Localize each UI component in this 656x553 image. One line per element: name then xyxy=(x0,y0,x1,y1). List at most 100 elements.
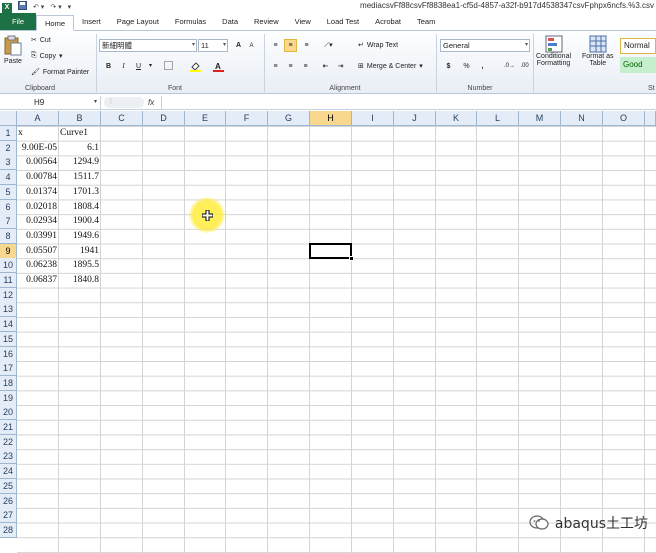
increase-decimal-icon[interactable]: .0→ xyxy=(504,61,515,72)
active-cell-selection[interactable] xyxy=(309,242,352,260)
tab-load-test[interactable]: Load Test xyxy=(319,14,367,30)
align-middle-icon[interactable]: ≡ xyxy=(284,39,297,52)
row-header-27[interactable]: 27 xyxy=(0,508,17,524)
cell-b1[interactable]: Curve1 xyxy=(59,126,101,141)
column-header-f[interactable]: F xyxy=(226,111,268,126)
percent-button[interactable]: % xyxy=(461,61,472,72)
column-header-m[interactable]: M xyxy=(519,111,561,126)
chevron-down-icon[interactable]: ▾ xyxy=(145,61,156,72)
column-header-g[interactable]: G xyxy=(268,111,310,126)
row-header-18[interactable]: 18 xyxy=(0,375,17,391)
column-header-j[interactable]: J xyxy=(394,111,436,126)
number-format-select[interactable]: General ▾ xyxy=(440,39,530,52)
align-right-icon[interactable]: ≡ xyxy=(300,61,311,72)
row-header-26[interactable]: 26 xyxy=(0,493,17,509)
row-header-21[interactable]: 21 xyxy=(0,420,17,435)
tab-insert[interactable]: Insert xyxy=(74,14,109,30)
align-bottom-icon[interactable]: ≡ xyxy=(301,40,312,51)
row-header-10[interactable]: 10 xyxy=(0,258,17,274)
column-header-partial[interactable] xyxy=(645,111,656,126)
formula-input[interactable] xyxy=(161,96,656,109)
column-header-a[interactable]: A xyxy=(17,111,59,126)
column-header-c[interactable]: C xyxy=(101,111,143,126)
row-header-28[interactable]: 28 xyxy=(0,522,17,538)
row-header-23[interactable]: 23 xyxy=(0,449,17,465)
merge-center-button[interactable]: ⊞ Merge & Center ▾ xyxy=(358,62,423,71)
italic-button[interactable]: I xyxy=(118,61,129,72)
cell-a7[interactable]: 0.02934 xyxy=(17,214,59,229)
tab-data[interactable]: Data xyxy=(214,14,246,30)
undo-icon[interactable]: ↶ ▾ xyxy=(33,3,44,13)
column-header-d[interactable]: D xyxy=(143,111,185,126)
cell-b3[interactable]: 1294.9 xyxy=(59,155,101,170)
row-header-19[interactable]: 19 xyxy=(0,390,17,406)
cell-a6[interactable]: 0.02018 xyxy=(17,200,59,215)
cell-b7[interactable]: 1900.4 xyxy=(59,214,101,229)
row-header-4[interactable]: 4 xyxy=(0,170,17,186)
tab-team[interactable]: Team xyxy=(409,14,443,30)
tab-formulas[interactable]: Formulas xyxy=(167,14,214,30)
format-painter-button[interactable]: 🖌 Format Painter xyxy=(31,68,89,77)
conditional-formatting-button[interactable]: Conditional Formatting xyxy=(536,35,571,67)
tab-home[interactable]: Home xyxy=(36,15,75,31)
row-header-17[interactable]: 17 xyxy=(0,361,17,377)
cell-b9[interactable]: 1941 xyxy=(59,244,101,259)
row-header-13[interactable]: 13 xyxy=(0,302,17,318)
comma-button[interactable]: , xyxy=(477,61,488,72)
tab-review[interactable]: Review xyxy=(246,14,287,30)
cell-a11[interactable]: 0.06837 xyxy=(17,273,59,288)
name-box[interactable]: H9 ▾ xyxy=(0,96,101,109)
row-header-16[interactable]: 16 xyxy=(0,346,17,362)
tab-acrobat[interactable]: Acrobat xyxy=(367,14,409,30)
cell-area[interactable]: x Curve1 9.00E-05 6.1 0.00564 1294.9 0.00784 15… xyxy=(17,126,656,553)
column-header-l[interactable]: L xyxy=(477,111,519,126)
cell-a9[interactable]: 0.05507 xyxy=(17,244,59,259)
tab-file[interactable]: File xyxy=(0,13,36,30)
shrink-font-button[interactable]: A xyxy=(246,41,257,52)
customize-qat-icon[interactable]: ▾ xyxy=(68,3,72,13)
cell-a2[interactable]: 9.00E-05 xyxy=(17,141,59,156)
select-all-corner[interactable] xyxy=(0,111,17,126)
decrease-indent-icon[interactable]: ⇤ xyxy=(320,61,331,72)
cell-b6[interactable]: 1808.4 xyxy=(59,200,101,215)
column-header-b[interactable]: B xyxy=(59,111,101,126)
column-header-k[interactable]: K xyxy=(436,111,477,126)
align-left-icon[interactable]: ≡ xyxy=(270,61,281,72)
format-as-table-button[interactable]: Format as Table xyxy=(582,35,614,67)
row-header-8[interactable]: 8 xyxy=(0,228,17,244)
excel-logo-icon[interactable]: X xyxy=(2,2,12,13)
cell-b5[interactable]: 1701.3 xyxy=(59,185,101,200)
tab-view[interactable]: View xyxy=(287,14,319,30)
row-header-24[interactable]: 24 xyxy=(0,464,17,480)
decrease-decimal-icon[interactable]: .00 xyxy=(519,61,530,72)
underline-button[interactable]: U xyxy=(133,61,144,72)
row-header-15[interactable]: 15 xyxy=(0,331,17,347)
cell-a1[interactable]: x xyxy=(17,126,59,141)
cell-style-good[interactable]: Good xyxy=(620,57,656,73)
row-header-2[interactable]: 2 xyxy=(0,140,17,156)
insert-function-icon[interactable]: fx xyxy=(148,96,154,109)
row-header-6[interactable]: 6 xyxy=(0,199,17,215)
column-header-i[interactable]: I xyxy=(352,111,394,126)
tab-page-layout[interactable]: Page Layout xyxy=(109,14,167,30)
font-name-select[interactable]: 新細明體 ▾ xyxy=(99,39,197,52)
column-header-n[interactable]: N xyxy=(561,111,603,126)
cell-b8[interactable]: 1949.6 xyxy=(59,229,101,244)
font-color-icon[interactable]: A xyxy=(213,61,224,72)
redo-icon[interactable]: ↷ ▾ xyxy=(50,3,61,13)
row-header-14[interactable]: 14 xyxy=(0,317,17,333)
borders-icon[interactable] xyxy=(163,61,174,72)
column-header-o[interactable]: O xyxy=(603,111,645,126)
cell-a10[interactable]: 0.06238 xyxy=(17,258,59,273)
increase-indent-icon[interactable]: ⇥ xyxy=(335,61,346,72)
row-header-25[interactable]: 25 xyxy=(0,478,17,494)
cell-b10[interactable]: 1895.5 xyxy=(59,258,101,273)
currency-button[interactable]: $ xyxy=(443,61,454,72)
paste-button[interactable]: Paste xyxy=(3,35,23,65)
cell-b2[interactable]: 6.1 xyxy=(59,141,101,156)
grow-font-button[interactable]: A xyxy=(233,40,244,51)
cell-a8[interactable]: 0.03991 xyxy=(17,229,59,244)
fill-handle[interactable] xyxy=(349,256,354,262)
row-header-1[interactable]: 1 xyxy=(0,126,17,141)
orientation-icon[interactable]: ⟋▾ xyxy=(323,40,334,51)
